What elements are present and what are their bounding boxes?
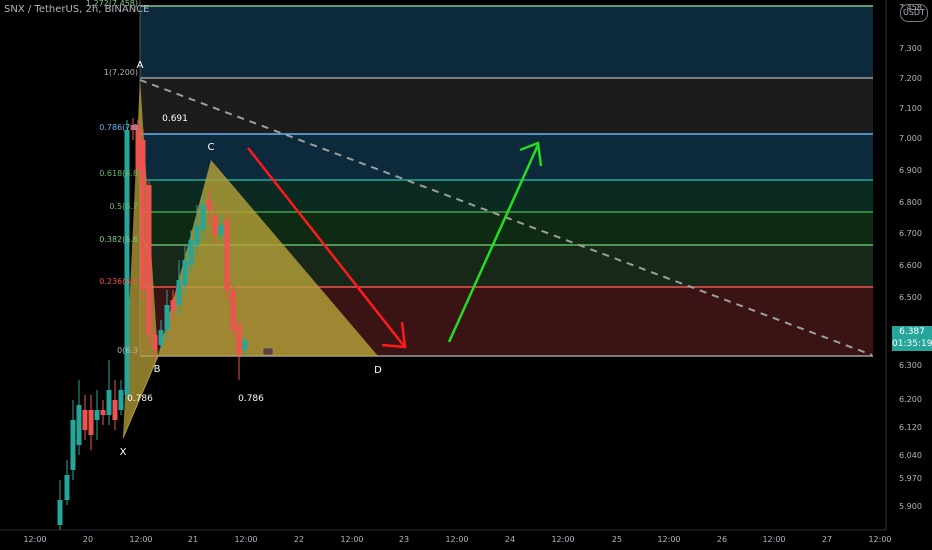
candle-body xyxy=(57,500,63,525)
fib-level-label: 0.382(6.6 xyxy=(99,235,138,244)
ratio-abc-label: 0.691 xyxy=(162,114,188,124)
fib-zone-0786 xyxy=(140,134,873,180)
candle-body xyxy=(82,410,88,430)
candle-body xyxy=(112,400,118,420)
fib-level-label: 1(7.200) xyxy=(104,68,138,77)
price-tick-label: 5.970 xyxy=(899,474,922,483)
price-tick-label: 7.000 xyxy=(899,134,922,143)
candle-body xyxy=(236,325,242,355)
candle-body xyxy=(182,260,188,285)
point-a-label: A xyxy=(137,60,144,71)
ratio-xab-label: 0.786 xyxy=(127,394,153,404)
time-tick-label: 20 xyxy=(83,535,93,544)
candle-body xyxy=(76,405,82,445)
time-tick-label: 12:00 xyxy=(445,535,468,544)
time-tick-label: 24 xyxy=(505,535,515,544)
fib-zone-1272 xyxy=(140,6,873,78)
currency-badge[interactable]: USDT xyxy=(900,4,928,22)
time-tick-label: 12:00 xyxy=(762,535,785,544)
candle-body xyxy=(106,390,112,415)
price-tick-label: 6.040 xyxy=(899,451,922,460)
candle-body xyxy=(194,225,200,245)
candle-body xyxy=(230,290,236,330)
time-tick-label: 12:00 xyxy=(657,535,680,544)
candle-body xyxy=(164,305,170,330)
price-tick-label: 6.600 xyxy=(899,261,922,270)
candle-body xyxy=(218,225,224,235)
time-tick-label: 21 xyxy=(188,535,198,544)
price-tick-label: 6.120 xyxy=(899,423,922,432)
candle-body xyxy=(188,240,194,265)
point-d-label: D xyxy=(374,365,382,376)
price-tick-label: 6.500 xyxy=(899,293,922,302)
candle-body xyxy=(242,340,248,350)
price-tick-label: 7.300 xyxy=(899,44,922,53)
candle-body xyxy=(140,140,146,290)
candle-body xyxy=(224,220,230,290)
time-tick-label: 12:00 xyxy=(234,535,257,544)
chart-canvas[interactable]: 7.4587.3007.2007.1007.0006.9006.8006.700… xyxy=(0,0,932,550)
time-tick-label: 12:00 xyxy=(868,535,891,544)
candle-body xyxy=(170,300,176,310)
time-tick-label: 27 xyxy=(822,535,832,544)
price-tick-label: 6.700 xyxy=(899,229,922,238)
fib-level-label: 0.618(6.8 xyxy=(99,169,138,178)
candle-body xyxy=(200,205,206,230)
price-tick-label: 5.900 xyxy=(899,502,922,511)
time-axis[interactable]: 12:00 20 12:00 21 12:00 22 12:00 23 12:00 24 12:00… xyxy=(23,535,891,544)
alert-marker-icon[interactable] xyxy=(262,347,274,356)
ratio-bcd-label: 0.786 xyxy=(238,394,264,404)
time-tick-label: 12:00 xyxy=(23,535,46,544)
candle-body xyxy=(70,420,76,470)
fib-level-label: 0.236(6.5 xyxy=(99,277,138,286)
time-tick-label: 22 xyxy=(294,535,304,544)
fib-level-label: 0(6.3 xyxy=(117,346,138,355)
price-tick-label: 7.100 xyxy=(899,104,922,113)
price-tick-label: 6.300 xyxy=(899,361,922,370)
candle-body xyxy=(152,335,158,350)
time-tick-label: 25 xyxy=(612,535,622,544)
price-tick-label: 6.800 xyxy=(899,198,922,207)
time-tick-label: 12:00 xyxy=(129,535,152,544)
current-price: 6.387 xyxy=(899,327,925,337)
candle-body xyxy=(212,215,218,235)
bar-countdown: 01:35:19 xyxy=(892,339,932,349)
time-tick-label: 12:00 xyxy=(551,535,574,544)
current-price-badge: 6.387 01:35:19 xyxy=(892,326,932,351)
candle-body xyxy=(206,200,212,210)
price-tick-label: 7.200 xyxy=(899,74,922,83)
candle-body xyxy=(100,410,106,415)
fib-level-label: 0.786(7.0 xyxy=(99,123,138,132)
price-axis[interactable]: 7.4587.3007.2007.1007.0006.9006.8006.700… xyxy=(899,3,922,511)
point-b-label: B xyxy=(154,364,161,375)
time-tick-label: 23 xyxy=(399,535,409,544)
time-tick-label: 12:00 xyxy=(340,535,363,544)
price-tick-label: 6.900 xyxy=(899,166,922,175)
candle-body xyxy=(176,280,182,305)
candle-body xyxy=(118,390,124,410)
price-tick-label: 6.200 xyxy=(899,395,922,404)
candle-body xyxy=(158,330,164,345)
fib-level-label: 0.5(6.7 xyxy=(109,202,138,211)
candle-body xyxy=(88,410,94,435)
time-tick-label: 26 xyxy=(717,535,727,544)
point-x-label: X xyxy=(120,447,127,458)
point-c-label: C xyxy=(208,142,215,153)
candle-body xyxy=(146,185,152,335)
candle-body xyxy=(64,475,70,500)
symbol-header[interactable]: SNX / TetherUS, 2h, BINANCE xyxy=(4,4,149,15)
candle-body xyxy=(94,410,100,420)
fib-zone-1 xyxy=(140,78,873,134)
